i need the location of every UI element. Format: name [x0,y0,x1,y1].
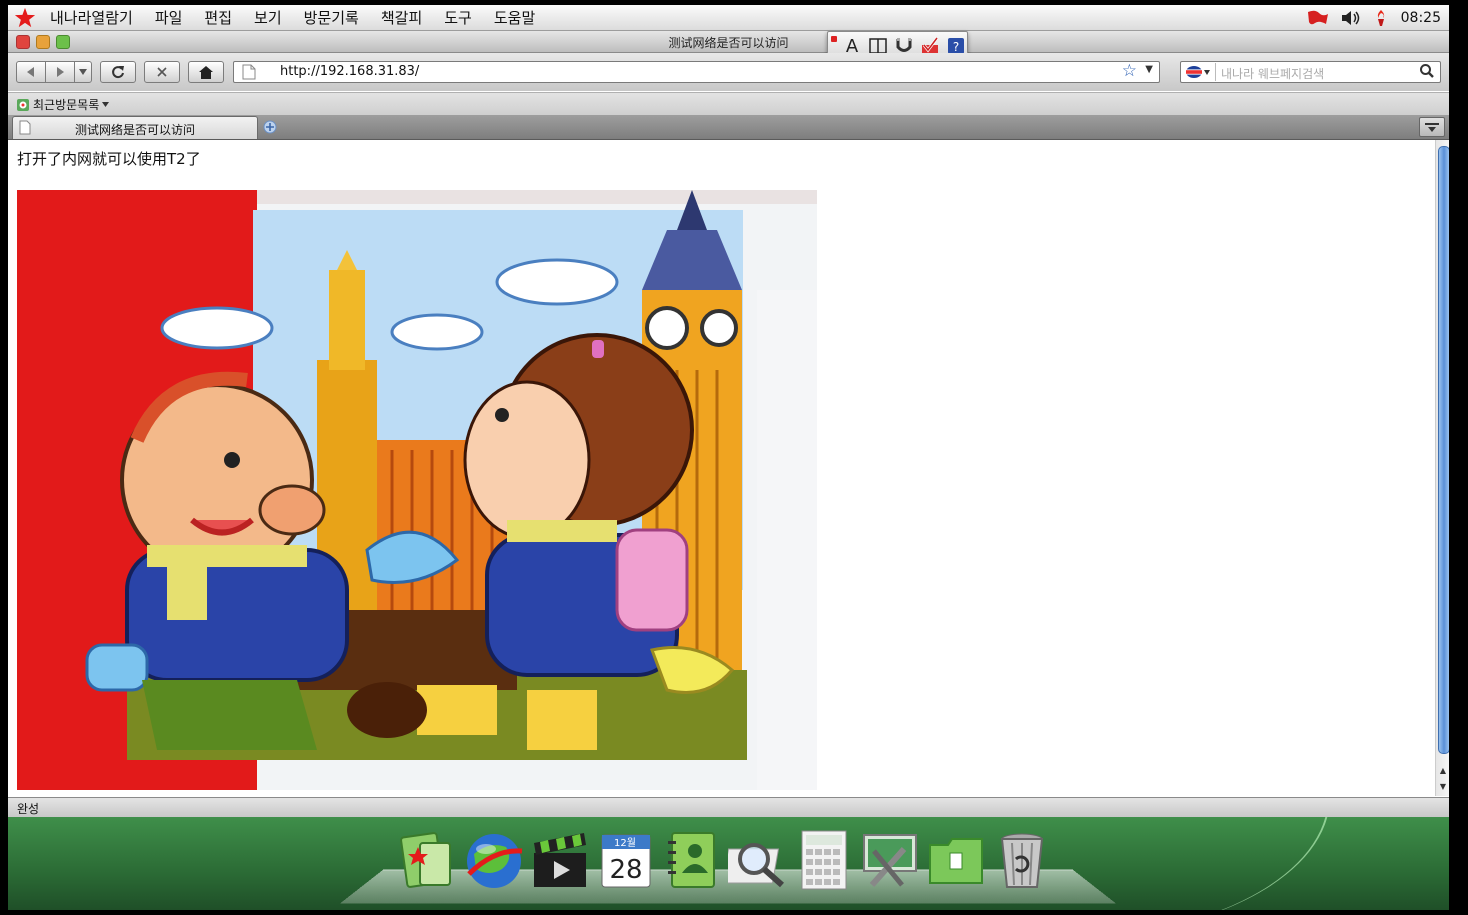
search-engine-icon [1186,66,1202,78]
reload-button[interactable] [100,61,136,83]
search-icon[interactable] [1419,63,1435,79]
search-input[interactable]: 내나라 웨브페지검색 [1221,65,1324,82]
scrollbar-thumb[interactable] [1438,146,1449,754]
system-tools-dock-icon[interactable] [860,829,920,891]
bookmarks-toolbar: 최근방문목록 [8,92,1449,115]
folder-dock-icon[interactable] [926,829,986,891]
desktop: 12월 28 [8,817,1449,910]
page-icon [242,64,256,80]
magnifier-search-dock-icon[interactable] [728,829,788,891]
address-book-dock-icon[interactable] [662,829,722,891]
video-clapper-dock-icon[interactable] [530,829,590,891]
forward-arrow-icon [57,67,64,77]
svg-text:?: ? [953,40,959,54]
calendar-month: 12월 [614,837,636,849]
status-text: 완성 [17,802,40,816]
red-star-logo-icon[interactable] [14,7,36,29]
stop-button[interactable] [144,61,180,83]
forward-button[interactable] [45,61,75,83]
calendar-day: 28 [609,855,642,885]
menu-file[interactable]: 파일 [155,7,183,28]
status-bar: 완성 [8,797,1449,817]
browser-globe-dock-icon[interactable] [464,829,524,891]
flag-icon[interactable] [1307,10,1329,26]
back-button[interactable] [16,61,46,83]
url-bar[interactable]: http://192.168.31.83/ ☆ ▼ [233,61,1160,83]
tab-list-button[interactable] [1419,117,1445,137]
stop-x-icon [157,67,167,77]
url-dropdown-icon[interactable]: ▼ [1145,64,1153,75]
search-box[interactable]: 내나라 웨브페지검색 [1180,61,1441,83]
search-engine-selector[interactable] [1183,63,1216,81]
cartoon-illustration [17,190,817,790]
tab-label: 测试网络是否可以访问 [74,123,195,137]
screen: 내나라열람기 파일 편집 보기 방문기록 책갈피 도구 도움말 08:25 测试… [8,5,1449,910]
back-arrow-icon [27,67,34,77]
window-titlebar[interactable]: 测试网络是否可以访问 [8,31,1449,53]
bookmark-star-icon[interactable]: ☆ [1122,61,1137,81]
window-title: 测试网络是否可以访问 [668,36,789,50]
chevron-down-icon [1204,69,1210,75]
torch-icon[interactable] [1373,9,1389,27]
scroll-down-arrow-icon[interactable]: ▼ [1438,782,1448,792]
menu-view[interactable]: 보기 [254,7,282,28]
scroll-up-arrow-icon[interactable]: ▲ [1438,766,1448,776]
recent-history-icon [17,98,29,111]
chevron-down-icon [102,102,110,107]
calendar-dock-icon[interactable]: 12월 28 [596,829,656,891]
menu-edit[interactable]: 편집 [204,7,232,28]
system-tray: 08:25 [1307,5,1441,30]
home-button[interactable] [188,61,224,83]
vertical-scrollbar[interactable]: ▲ ▼ [1435,140,1449,796]
navigation-toolbar: http://192.168.31.83/ ☆ ▼ 내나라 웨브페지검색 [8,53,1449,91]
menu-bar: 내나라열람기 파일 편집 보기 방문기록 책갈피 도구 도움말 08:25 [8,5,1449,31]
tab-current[interactable]: 测试网络是否可以访问 [12,116,258,139]
url-text[interactable]: http://192.168.31.83/ [280,64,419,79]
chevron-down-icon [79,69,87,75]
menu-history[interactable]: 방문기록 [304,7,359,28]
recent-history-bookmark[interactable]: 최근방문목록 [16,96,110,113]
dock: 12월 28 [398,821,1052,891]
toolbar-close-dot[interactable] [831,36,837,42]
recent-history-label: 최근방문목록 [33,98,100,112]
home-icon [199,65,213,79]
reload-icon [112,66,124,79]
menu-app[interactable]: 내나라열람기 [50,7,133,28]
menu-bookmarks[interactable]: 책갈피 [381,7,422,28]
page-text: 打开了内网就可以使用T2了 [17,150,201,168]
documents-dock-icon[interactable] [398,829,458,891]
clock[interactable]: 08:25 [1401,10,1441,26]
calculator-dock-icon[interactable] [794,829,854,891]
trash-dock-icon[interactable] [992,829,1052,891]
volume-icon[interactable] [1341,10,1361,26]
tab-list-icon [1425,123,1439,132]
menu-help[interactable]: 도움말 [494,7,535,28]
new-tab-icon[interactable] [263,120,277,134]
page-content: 打开了内网就可以使用T2了 [8,140,1435,796]
menu-tools[interactable]: 도구 [444,7,472,28]
history-dropdown-button[interactable] [74,61,92,83]
tab-strip: 测试网络是否可以访问 [8,115,1449,140]
